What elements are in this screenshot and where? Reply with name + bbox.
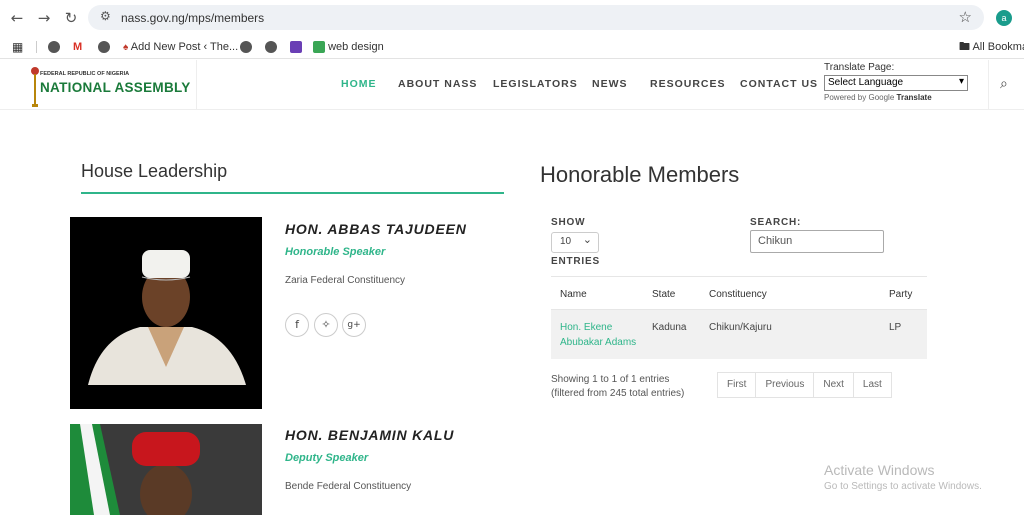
nav-about-nass[interactable]: ABOUT NASS (398, 78, 477, 90)
translate-word[interactable]: Translate (897, 93, 932, 102)
previous-page-button[interactable]: Previous (756, 373, 815, 397)
showing-entries-text: Showing 1 to 1 of 1 entries (551, 374, 670, 385)
bookmark-web-design[interactable]: web design (313, 39, 384, 55)
bookmark-purple-app[interactable] (290, 39, 302, 55)
leader-photo (70, 424, 262, 515)
leader-constituency: Zaria Federal Constituency (285, 275, 406, 286)
house-leadership-title: House Leadership (81, 161, 228, 181)
pagination: First Previous Next Last (717, 372, 892, 398)
column-header-party[interactable]: Party (889, 289, 912, 300)
honorable-members-title: Honorable Members (540, 162, 740, 187)
back-arrow-icon[interactable]: ← (8, 9, 26, 27)
twitter-icon[interactable]: ✧ (314, 313, 338, 337)
logo-subtitle: FEDERAL REPUBLIC OF NIGERIA (40, 71, 130, 77)
next-page-button[interactable]: Next (814, 373, 854, 397)
nav-home[interactable]: HOME (341, 78, 377, 90)
gmail-icon: M (73, 41, 83, 53)
show-label: SHOW (551, 217, 586, 228)
site-settings-icon[interactable]: ⚙ (100, 9, 111, 23)
browser-toolbar: ← → ↻ ⚙ nass.gov.ng/mps/members ☆ a (0, 0, 1024, 35)
entries-per-page-select[interactable]: 10 (551, 232, 599, 253)
reload-icon[interactable]: ↻ (62, 9, 80, 27)
nav-resources[interactable]: RESOURCES (650, 78, 726, 90)
globe-icon (240, 41, 252, 54)
entries-label: ENTRIES (551, 256, 600, 267)
deputy-speaker-portrait (70, 424, 262, 515)
search-label: SEARCH: (750, 217, 802, 228)
bookmark-label: web design (328, 41, 384, 53)
column-header-constituency[interactable]: Constituency (709, 289, 767, 300)
mace-icon (31, 67, 39, 107)
green-app-icon (313, 41, 325, 54)
bookmark-gmail[interactable]: M (73, 39, 82, 55)
activate-windows-watermark: Activate Windows Go to Settings to activ… (824, 462, 982, 492)
globe-icon (48, 41, 60, 54)
translate-label: Translate Page: (824, 62, 895, 73)
table-header: Name State Constituency Party (551, 276, 927, 310)
wordpress-icon: ♠ (123, 42, 129, 53)
bookmark-add-new-post[interactable]: ♠ Add New Post ‹ The... (123, 39, 238, 55)
search-input[interactable]: Chikun (750, 230, 884, 253)
bookmark-globe-2[interactable] (98, 39, 110, 55)
leader-role: Honorable Speaker (285, 246, 386, 258)
translate-widget: Translate Page: Select Language Powered … (824, 62, 974, 102)
globe-icon (265, 41, 277, 54)
leader-name[interactable]: HON. BENJAMIN KALU (285, 427, 454, 443)
member-party: LP (889, 322, 902, 333)
table-row: Hon. Ekene Abubakar Adams Kaduna Chikun/… (551, 310, 927, 359)
bookmark-globe-3[interactable] (240, 39, 252, 55)
bookmarks-bar: ▦ M ♠ Add New Post ‹ The... web design 🖿… (0, 35, 1024, 59)
powered-by-text: Powered by (824, 93, 867, 102)
table-info: Showing 1 to 1 of 1 entries (filtered fr… (551, 373, 684, 401)
bookmark-star-icon[interactable]: ☆ (959, 8, 972, 26)
nav-legislators[interactable]: LEGISLATORS (493, 78, 578, 90)
leader-role: Deputy Speaker (285, 452, 369, 464)
member-name-link[interactable]: Hon. Ekene Abubakar Adams (560, 320, 646, 350)
url-text[interactable]: nass.gov.ng/mps/members (121, 11, 264, 25)
first-page-button[interactable]: First (718, 373, 757, 397)
filtered-entries-text: (filtered from 245 total entries) (551, 388, 685, 399)
profile-avatar[interactable]: a (996, 10, 1012, 26)
leader-constituency: Bende Federal Constituency (285, 481, 412, 492)
forward-arrow-icon[interactable]: → (35, 9, 53, 27)
facebook-icon[interactable]: f (285, 313, 309, 337)
site-logo[interactable]: FEDERAL REPUBLIC OF NIGERIA NATIONAL ASS… (24, 62, 196, 108)
google-text: Google (868, 93, 895, 102)
header-divider (988, 60, 989, 110)
speaker-portrait (70, 217, 262, 409)
language-select[interactable]: Select Language (824, 75, 968, 91)
powered-by-google: Powered by Google Translate (824, 93, 974, 102)
site-header: FEDERAL REPUBLIC OF NIGERIA NATIONAL ASS… (0, 60, 1024, 110)
bookmarks-divider (36, 41, 37, 53)
member-state: Kaduna (652, 322, 687, 333)
leader-name[interactable]: HON. ABBAS TAJUDEEN (285, 221, 467, 237)
globe-icon (98, 41, 110, 54)
nav-news[interactable]: NEWS (592, 78, 628, 90)
leader-photo (70, 217, 262, 409)
logo-title: NATIONAL ASSEMBLY (40, 80, 191, 95)
last-page-button[interactable]: Last (854, 373, 891, 397)
search-icon[interactable]: ⌕ (1000, 76, 1008, 92)
member-constituency: Chikun/Kajuru (709, 322, 772, 333)
column-header-name[interactable]: Name (560, 289, 587, 300)
bookmark-globe-4[interactable] (265, 39, 277, 55)
title-underline (81, 192, 504, 194)
all-bookmarks-label: All Bookma (972, 41, 1024, 53)
folder-icon: 🖿 (959, 40, 970, 53)
bookmark-label: Add New Post ‹ The... (130, 41, 239, 53)
nav-contact-us[interactable]: CONTACT US (740, 78, 818, 90)
apps-grid-icon[interactable]: ▦ (12, 39, 23, 55)
bookmark-globe-1[interactable] (48, 39, 60, 55)
google-plus-icon[interactable]: g+ (342, 313, 366, 337)
purple-app-icon (290, 41, 302, 54)
watermark-title: Activate Windows (824, 462, 935, 478)
header-divider (196, 60, 197, 110)
column-header-state[interactable]: State (652, 289, 675, 300)
watermark-subtitle: Go to Settings to activate Windows. (824, 481, 982, 492)
address-bar[interactable]: ⚙ nass.gov.ng/mps/members ☆ (88, 5, 984, 30)
all-bookmarks[interactable]: 🖿 All Bookma (959, 39, 1024, 55)
